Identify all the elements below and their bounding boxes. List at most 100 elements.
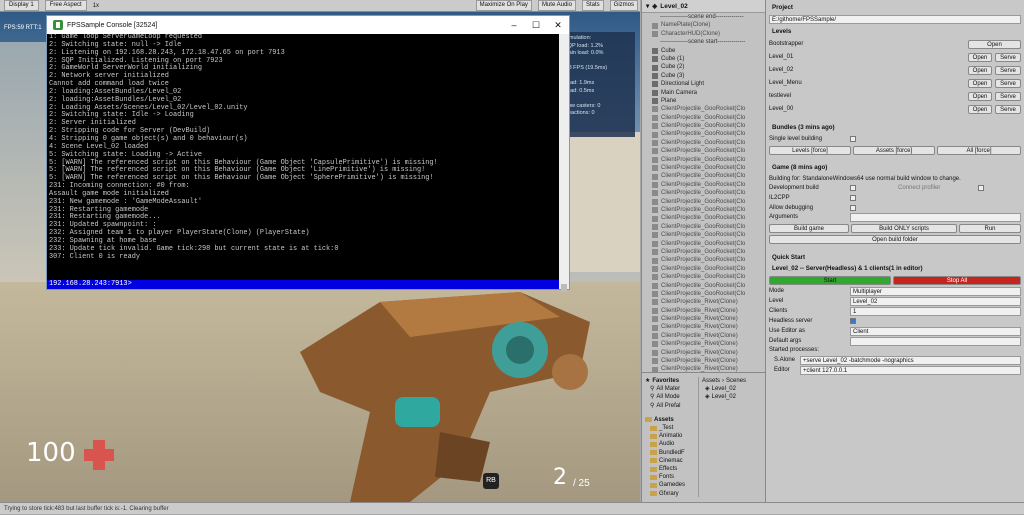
- hierarchy-item[interactable]: Cube (1): [642, 55, 765, 63]
- hierarchy-item[interactable]: Cube (3): [642, 72, 765, 80]
- hierarchy-item[interactable]: ClientProjectile_Rivet(Clone): [642, 307, 765, 315]
- hierarchy-item[interactable]: ClientProjectile_GooRocket(Clo: [642, 256, 765, 264]
- maximize-icon[interactable]: ☐: [525, 20, 547, 31]
- serve-level-button[interactable]: Serve: [995, 53, 1021, 62]
- levels-force-button[interactable]: Levels [force]: [769, 146, 851, 155]
- asset-folder[interactable]: Gamedes: [642, 481, 697, 489]
- hierarchy-item[interactable]: Cube (2): [642, 63, 765, 71]
- hierarchy-item[interactable]: ClientProjectile_GooRocket(Clo: [642, 282, 765, 290]
- hierarchy-item[interactable]: Cube: [642, 47, 765, 55]
- asset-folder[interactable]: Audio: [642, 440, 697, 448]
- quickstart-field-value[interactable]: 1: [850, 307, 1021, 316]
- all-force-button[interactable]: All [force]: [937, 146, 1021, 155]
- console-input[interactable]: 192.168.28.243:7913>: [47, 280, 559, 289]
- hierarchy-item[interactable]: ClientProjectile_GooRocket(Clo: [642, 164, 765, 172]
- open-level-button[interactable]: Open: [968, 105, 992, 114]
- asset-folder[interactable]: _Test: [642, 424, 697, 432]
- hierarchy-item[interactable]: ClientProjectile_GooRocket(Clo: [642, 206, 765, 214]
- hierarchy-item[interactable]: ClientProjectile_Rivet(Clone): [642, 365, 765, 372]
- asset-folder[interactable]: Gfxrary: [642, 490, 697, 498]
- build-game-button[interactable]: Build game: [769, 224, 849, 233]
- hierarchy-item[interactable]: NamePlate(Clone): [642, 21, 765, 29]
- hierarchy-item[interactable]: ClientProjectile_GooRocket(Clo: [642, 147, 765, 155]
- favorite-item[interactable]: ⚲ All Mater: [642, 385, 697, 393]
- hierarchy-item[interactable]: ClientProjectile_GooRocket(Clo: [642, 139, 765, 147]
- gizmos-dropdown[interactable]: Gizmos: [609, 0, 638, 11]
- hierarchy-item[interactable]: ClientProjectile_GooRocket(Clo: [642, 172, 765, 180]
- display-dropdown[interactable]: Display 1: [4, 0, 39, 11]
- asset-folder[interactable]: Cinemac: [642, 457, 697, 465]
- serve-level-button[interactable]: Serve: [995, 66, 1021, 75]
- hierarchy-item[interactable]: ClientProjectile_GooRocket(Clo: [642, 130, 765, 138]
- hierarchy-item[interactable]: ClientProjectile_GooRocket(Clo: [642, 231, 765, 239]
- breadcrumb-assets[interactable]: Assets: [702, 377, 720, 385]
- asset-folder[interactable]: Effects: [642, 465, 697, 473]
- hierarchy-item[interactable]: ClientProjectile_Rivet(Clone): [642, 332, 765, 340]
- hierarchy-item[interactable]: Plane: [642, 97, 765, 105]
- dev-build-checkbox[interactable]: [850, 185, 856, 191]
- hierarchy-item[interactable]: CharacterHUD(Clone): [642, 30, 765, 38]
- headless-server-checkbox[interactable]: [850, 318, 856, 324]
- hierarchy-item[interactable]: Directional Light: [642, 80, 765, 88]
- hierarchy-item[interactable]: ClientProjectile_Rivet(Clone): [642, 298, 765, 306]
- hierarchy-item[interactable]: ClientProjectile_GooRocket(Clo: [642, 273, 765, 281]
- console-window[interactable]: FPSSample Console [32524] – ☐ ✕ 1: Game …: [46, 15, 570, 292]
- open-level-button[interactable]: Open: [968, 40, 1021, 49]
- asset-folder[interactable]: Fonts: [642, 473, 697, 481]
- hierarchy-item[interactable]: ClientProjectile_GooRocket(Clo: [642, 248, 765, 256]
- stop-all-button[interactable]: Stop All: [893, 276, 1021, 285]
- open-level-button[interactable]: Open: [968, 53, 992, 62]
- hierarchy-item[interactable]: ClientProjectile_GooRocket(Clo: [642, 189, 765, 197]
- hierarchy-item[interactable]: ClientProjectile_GooRocket(Clo: [642, 156, 765, 164]
- run-button[interactable]: Run: [959, 224, 1021, 233]
- assets-header[interactable]: Assets: [642, 416, 697, 424]
- favorite-item[interactable]: ⚲ All Mode: [642, 393, 697, 401]
- allow-debugging-checkbox[interactable]: [850, 205, 856, 211]
- hierarchy-item[interactable]: ClientProjectile_GooRocket(Clo: [642, 240, 765, 248]
- hierarchy-item[interactable]: ClientProjectile_Rivet(Clone): [642, 315, 765, 323]
- serve-level-button[interactable]: Serve: [995, 92, 1021, 101]
- favorites-header[interactable]: ★ Favorites: [642, 377, 697, 385]
- quickstart-field-value[interactable]: Multiplayer: [850, 287, 1021, 296]
- single-level-checkbox[interactable]: [850, 136, 856, 142]
- process-args[interactable]: +client 127.0.0.1: [800, 366, 1021, 375]
- stats-toggle[interactable]: Stats: [581, 0, 604, 11]
- asset-folder[interactable]: Animatio: [642, 432, 697, 440]
- project-path-field[interactable]: E:/githome/FPSSample/: [769, 15, 1021, 24]
- hierarchy-item[interactable]: Main Camera: [642, 89, 765, 97]
- quickstart-field-value[interactable]: Client: [850, 327, 1021, 336]
- arguments-field[interactable]: [850, 213, 1021, 222]
- hierarchy-item[interactable]: ClientProjectile_GooRocket(Clo: [642, 290, 765, 298]
- scene-file[interactable]: ◈ Level_02: [699, 385, 765, 393]
- hierarchy-item[interactable]: ClientProjectile_Rivet(Clone): [642, 349, 765, 357]
- hierarchy-item[interactable]: ClientProjectile_GooRocket(Clo: [642, 198, 765, 206]
- serve-level-button[interactable]: Serve: [995, 105, 1021, 114]
- process-args[interactable]: +serve Level_02 -batchmode -nographics: [800, 356, 1021, 365]
- open-level-button[interactable]: Open: [968, 79, 992, 88]
- console-titlebar[interactable]: FPSSample Console [32524] – ☐ ✕: [47, 16, 569, 34]
- hierarchy-item[interactable]: ClientProjectile_GooRocket(Clo: [642, 223, 765, 231]
- hierarchy-item[interactable]: ClientProjectile_GooRocket(Clo: [642, 114, 765, 122]
- open-build-folder-button[interactable]: Open build folder: [769, 235, 1021, 244]
- open-level-button[interactable]: Open: [968, 92, 992, 101]
- il2cpp-checkbox[interactable]: [850, 195, 856, 201]
- asset-folder[interactable]: BundledF: [642, 449, 697, 457]
- connect-profiler-checkbox[interactable]: [978, 185, 984, 191]
- scroll-thumb[interactable]: [561, 284, 567, 292]
- start-button[interactable]: Start: [769, 276, 891, 285]
- hierarchy-item[interactable]: ClientProjectile_Rivet(Clone): [642, 357, 765, 365]
- scene-file[interactable]: ◈ Level_02: [699, 393, 765, 401]
- quickstart-field-value[interactable]: Level_02: [850, 297, 1021, 306]
- console-scrollbar[interactable]: [559, 34, 569, 292]
- hierarchy-item[interactable]: ClientProjectile_Rivet(Clone): [642, 340, 765, 348]
- quickstart-field-value[interactable]: [850, 337, 1021, 346]
- open-level-button[interactable]: Open: [968, 66, 992, 75]
- breadcrumb-scenes[interactable]: Scenes: [726, 377, 746, 385]
- hierarchy-item[interactable]: ClientProjectile_GooRocket(Clo: [642, 265, 765, 273]
- hierarchy-item[interactable]: ClientProjectile_GooRocket(Clo: [642, 214, 765, 222]
- maximize-on-play-toggle[interactable]: Maximize On Play: [475, 0, 532, 11]
- hierarchy-item[interactable]: ClientProjectile_GooRocket(Clo: [642, 122, 765, 130]
- hierarchy-item[interactable]: ClientProjectile_Rivet(Clone): [642, 323, 765, 331]
- favorite-item[interactable]: ⚲ All Prefal: [642, 402, 697, 410]
- mute-audio-toggle[interactable]: Mute Audio: [537, 0, 576, 11]
